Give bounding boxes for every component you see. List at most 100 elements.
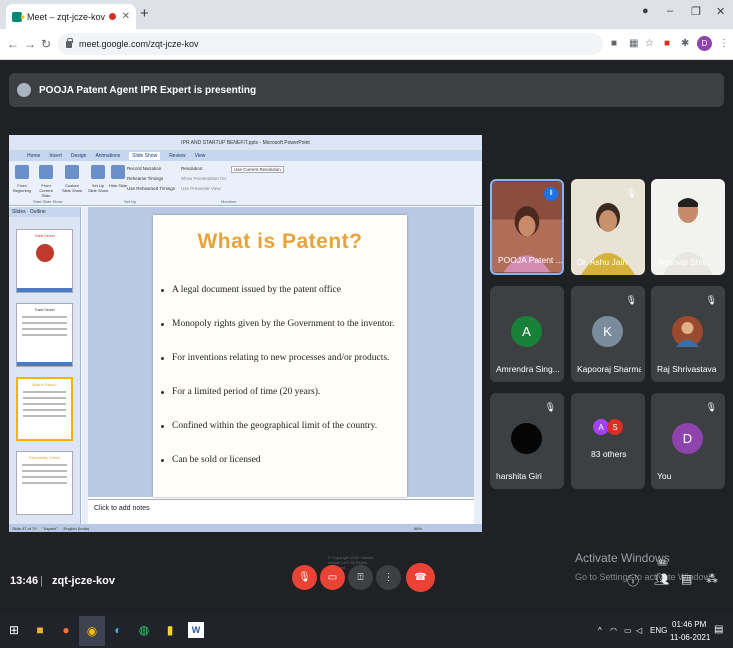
camera-off-icon: ▭ xyxy=(327,572,338,583)
thumbnail-title: Trade Secret xyxy=(34,308,55,312)
file-explorer-icon[interactable]: ■ xyxy=(32,622,48,638)
mic-off-icon: 🎙︎ xyxy=(625,295,637,305)
close-tab-button[interactable]: ✕ xyxy=(122,11,130,22)
bullet-dot-icon xyxy=(161,425,164,428)
address-bar-row: ← → ↻ meet.google.com/zqt-jcze-kov ■ ▦ ☆… xyxy=(0,29,733,60)
more-options-button[interactable]: ⋮ xyxy=(376,565,401,590)
present-button[interactable]: ⍐ xyxy=(348,565,373,590)
presenting-text: POOJA Patent Agent IPR Expert is present… xyxy=(39,84,257,96)
participant-name: Amrendra Sing... xyxy=(496,364,560,374)
meeting-details-icon[interactable]: ⓘ xyxy=(627,572,639,589)
back-arrow-icon[interactable]: ← xyxy=(7,37,19,51)
chat-icon[interactable]: ▤ xyxy=(681,572,692,586)
pdf-extension-icon[interactable]: ■ xyxy=(664,38,670,49)
bookmark-star-icon[interactable]: ☆ xyxy=(645,38,654,49)
mic-toggle-button[interactable]: 🎙︎ xyxy=(292,565,317,590)
ribbon-option: Show Presentation On: xyxy=(181,176,228,181)
from-beginning-icon xyxy=(15,165,29,179)
presenter-avatar-icon xyxy=(17,83,31,97)
tray-chevron-icon[interactable]: ^ xyxy=(598,626,602,635)
thumbnail-line xyxy=(23,415,66,417)
translate-icon[interactable]: ▦ xyxy=(629,38,638,49)
participant-avatar-photo xyxy=(511,423,542,454)
browser-tab-bar: Meet – zqt-jcze-kov ✕ + ● – ❐ ✕ xyxy=(0,0,733,29)
ribbon-tab-active: Slide Show xyxy=(129,151,161,160)
people-icon[interactable]: 👥︎ xyxy=(654,572,669,586)
url-text: meet.google.com/zqt-jcze-kov xyxy=(79,39,199,49)
participant-tile[interactable]: 🎙︎ Raj Shrivastava xyxy=(651,286,725,382)
maximize-button[interactable]: ❐ xyxy=(691,5,701,18)
firefox-icon[interactable]: ● xyxy=(58,622,74,638)
self-avatar: D xyxy=(672,423,703,454)
participant-tile[interactable]: 🎙︎ harshita Giri xyxy=(490,393,564,489)
participant-tile[interactable]: K 🎙︎ Kapooraj Sharma xyxy=(571,286,645,382)
participant-tile[interactable]: A Amrendra Sing... xyxy=(490,286,564,382)
sticky-notes-icon[interactable]: ▮ xyxy=(162,622,178,638)
powerpoint-status-bar: Slide 47 of 79 "Aspect" English (India) … xyxy=(9,524,482,532)
new-tab-button[interactable]: + xyxy=(140,5,149,22)
chrome-icon[interactable]: ◉ xyxy=(79,616,105,646)
edge-icon[interactable]: ◐ xyxy=(110,622,126,638)
input-language[interactable]: ENG xyxy=(650,626,667,635)
self-tile[interactable]: D 🎙︎ You xyxy=(651,393,725,489)
camera-indicator-icon[interactable]: ■ xyxy=(611,38,617,49)
others-count: 83 others xyxy=(591,449,627,459)
ribbon-button-label: Hide Slide xyxy=(108,183,128,188)
url-input[interactable]: meet.google.com/zqt-jcze-kov xyxy=(58,33,603,55)
panel-tabs: Slides Outline xyxy=(9,207,80,217)
forward-arrow-icon[interactable]: → xyxy=(24,37,36,51)
browser-menu-icon[interactable]: ⋮ xyxy=(719,38,729,49)
custom-show-icon xyxy=(65,165,79,179)
powerpoint-title-bar: IPR AND STARTUP BENEFIT.pptx - Microsoft… xyxy=(9,135,482,150)
volume-icon[interactable]: ◁ xyxy=(636,626,642,635)
leave-call-button[interactable]: ☎ xyxy=(406,563,435,592)
notifications-icon[interactable]: ▤ xyxy=(714,624,723,635)
participant-tile[interactable]: 🎙︎ Dr. Ashu Jain xyxy=(571,179,645,275)
ribbon-tab: Home xyxy=(27,152,41,159)
bullet-text: For a limited period of time (20 years). xyxy=(172,387,321,397)
participant-avatar: K xyxy=(592,316,623,347)
thumbnail-title: What is Patent? xyxy=(32,383,57,387)
browser-tab-meet[interactable]: Meet – zqt-jcze-kov ✕ xyxy=(6,4,136,29)
bullet-dot-icon xyxy=(161,323,164,326)
participant-name: Raj Shrivastava xyxy=(657,364,717,374)
clock-time[interactable]: 01:46 PM xyxy=(672,620,706,629)
from-current-icon xyxy=(39,165,53,179)
participant-tile[interactable]: ⦀ POOJA Patent ... xyxy=(490,179,564,275)
reload-icon[interactable]: ↻ xyxy=(41,37,51,51)
presenting-banner: POOJA Patent Agent IPR Expert is present… xyxy=(9,73,724,107)
outline-tab: Outline xyxy=(29,209,46,215)
participant-tile[interactable]: Agarwal Shiv... xyxy=(651,179,725,275)
others-tile[interactable]: A S 83 others xyxy=(571,393,645,489)
meeting-time: 13:46 xyxy=(10,575,39,587)
ribbon-option: Use Presenter View xyxy=(181,186,221,191)
close-window-button[interactable]: ✕ xyxy=(716,5,725,18)
word-icon[interactable]: W xyxy=(188,622,204,638)
profile-avatar[interactable]: D xyxy=(697,36,712,51)
slide-thumbnail-selected: What is Patent? xyxy=(16,377,73,441)
lock-icon xyxy=(66,37,73,48)
slide-thumbnails-panel: Slides Outline Trade Secret Trade Secret… xyxy=(9,207,81,524)
windows-start-icon[interactable]: ⊞ xyxy=(6,622,22,638)
thumbnail-line xyxy=(23,409,66,411)
powerpoint-window-title: IPR AND STARTUP BENEFIT.pptx - Microsoft… xyxy=(181,139,310,146)
slide-scrollbar xyxy=(474,207,482,524)
tab-search-icon[interactable]: ● xyxy=(642,5,649,17)
ribbon-tab: Design xyxy=(70,152,87,159)
participant-avatar: A xyxy=(511,316,542,347)
whatsapp-icon[interactable]: ◍ xyxy=(136,622,152,638)
clock-date[interactable]: 11-06-2021 xyxy=(670,633,710,642)
activate-windows-title: Activate Windows xyxy=(575,551,670,565)
battery-icon[interactable]: ▭ xyxy=(624,626,632,635)
ribbon-tab: Insert xyxy=(49,152,62,159)
thumbnail-line xyxy=(22,464,67,466)
ribbon-option: Resolution: xyxy=(181,166,204,171)
extensions-puzzle-icon[interactable]: ✱ xyxy=(681,38,689,49)
minimize-button[interactable]: – xyxy=(667,5,673,17)
status-language: English (India) xyxy=(63,525,90,531)
mic-off-icon: 🎙︎ xyxy=(705,295,717,305)
wifi-icon[interactable]: ◠ xyxy=(610,626,617,635)
activities-icon[interactable]: ⁂ xyxy=(706,572,718,586)
camera-toggle-button[interactable]: ▭ xyxy=(320,565,345,590)
thumbnail-footer xyxy=(17,362,72,366)
